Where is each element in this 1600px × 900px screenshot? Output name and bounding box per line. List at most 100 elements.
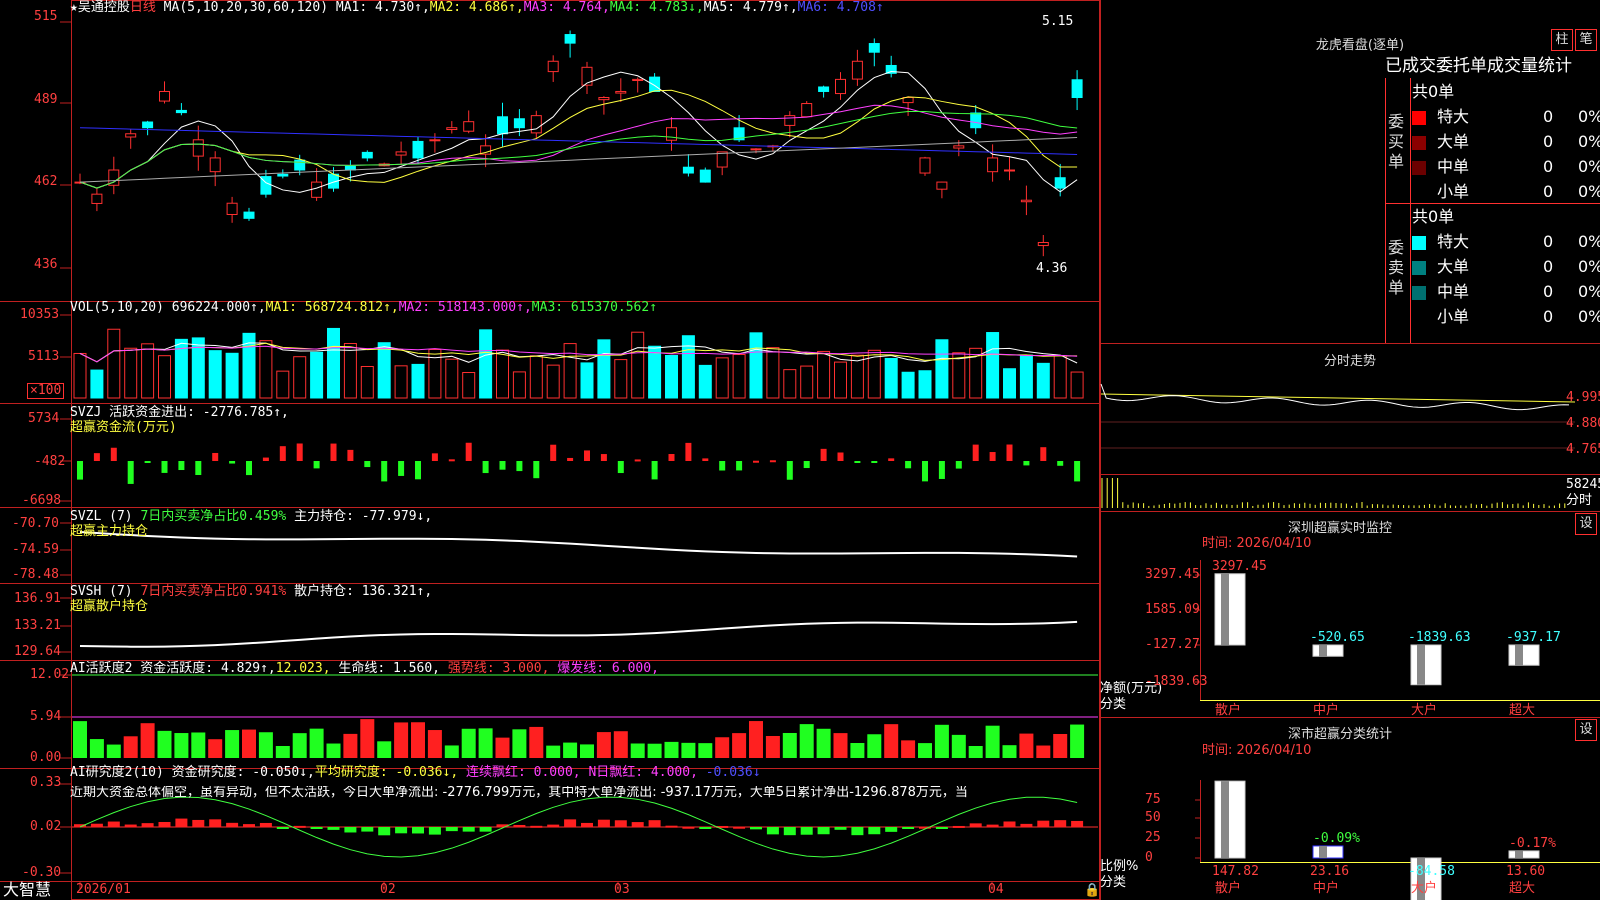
flow-bar xyxy=(93,453,100,461)
axis-label: 75 xyxy=(1145,792,1161,807)
row-color-swatch xyxy=(1412,261,1426,275)
active-bar xyxy=(1019,733,1034,758)
active-bar xyxy=(1070,724,1085,758)
active-bar xyxy=(444,745,459,758)
research-bar xyxy=(344,827,357,833)
ma4-line xyxy=(79,111,1078,189)
vol-bar xyxy=(1003,368,1016,399)
candle-body xyxy=(970,112,982,129)
buy-side-label: 委买单 xyxy=(1388,112,1405,171)
flow-bar xyxy=(634,459,641,462)
row-name: 特大 xyxy=(1437,232,1470,251)
active-bar xyxy=(613,731,628,758)
candle-body xyxy=(243,211,255,219)
row-color-swatch xyxy=(1412,286,1426,300)
vol-axis-1: 10353 xyxy=(20,307,60,322)
cls-stat-settings-button[interactable]: 设 xyxy=(1575,719,1597,741)
intraday-avg xyxy=(1100,393,1576,403)
active-bar xyxy=(208,739,223,758)
sz-monitor-settings-button[interactable]: 设 xyxy=(1575,513,1597,535)
svsh-sub: 超赢散户持仓 xyxy=(70,599,149,614)
bar-超大 xyxy=(1508,850,1540,859)
flow-bar xyxy=(888,458,895,461)
bar-category: 中户 xyxy=(1313,703,1340,718)
flow-bar xyxy=(482,461,489,474)
candle-body xyxy=(919,157,931,174)
vol-bar xyxy=(918,370,932,399)
active-bar xyxy=(258,732,273,758)
tick-mode-button[interactable]: 笔 xyxy=(1575,29,1597,51)
flow-bar xyxy=(195,461,202,476)
flow-bar xyxy=(1023,461,1030,466)
vol-bar xyxy=(665,355,678,399)
stat-tabs[interactable]: 已成交委托单成交量统计 xyxy=(1385,56,1572,76)
bar-mode-button[interactable]: 柱 xyxy=(1551,29,1573,51)
research-bar xyxy=(986,824,999,827)
bar-value-label: 13.60 xyxy=(1506,864,1546,879)
candle-body xyxy=(209,157,221,173)
row-color-swatch xyxy=(1412,161,1426,175)
candle-body xyxy=(666,127,677,141)
research-bar xyxy=(665,825,678,828)
vol-bar xyxy=(698,364,712,399)
research-bar xyxy=(310,827,323,829)
active-bar xyxy=(596,732,611,758)
vol-bar xyxy=(1019,354,1033,399)
research-bar xyxy=(141,823,154,827)
research-bar xyxy=(209,819,222,827)
research-bar xyxy=(158,821,171,827)
active-bar xyxy=(292,733,307,758)
vol-bar xyxy=(496,349,509,399)
svzj-axis-3: -6698 xyxy=(22,493,62,508)
bar-value-label: -937.17 xyxy=(1506,630,1561,645)
vol-bar xyxy=(631,331,645,399)
svzl-axis-3: -78.48 xyxy=(12,567,59,582)
candle-body xyxy=(463,121,475,132)
candle-body xyxy=(868,43,880,53)
flow-bar xyxy=(262,457,269,461)
row-pct: 0% xyxy=(1578,232,1600,251)
flow-bar xyxy=(178,461,185,471)
research-bar xyxy=(766,827,779,835)
flow-bar xyxy=(753,460,759,463)
active-bar xyxy=(715,737,730,758)
row-name: 特大 xyxy=(1437,107,1470,126)
research-bar xyxy=(226,822,239,827)
axis-label: 0 xyxy=(1145,850,1153,865)
active-bar xyxy=(360,719,375,758)
vol-bar xyxy=(766,347,780,399)
candle-body xyxy=(159,90,170,102)
period-label[interactable]: 日线 xyxy=(130,0,156,15)
research-bar xyxy=(614,820,627,827)
stock-name[interactable]: ★吴通控股 xyxy=(70,0,130,15)
candle-body xyxy=(716,151,728,168)
row-color-swatch xyxy=(1412,136,1426,150)
row-count: 0 xyxy=(1543,282,1554,301)
candle-body xyxy=(429,139,441,142)
candle-body xyxy=(649,76,661,92)
row-count: 0 xyxy=(1543,132,1554,151)
svsh-hold: 散户持仓: 136.321↑, xyxy=(294,584,433,599)
vol-bar xyxy=(546,364,560,399)
vol-bar xyxy=(124,347,138,399)
candle-body xyxy=(564,34,576,44)
active-bar xyxy=(580,744,594,758)
intraday-axis-3: 4.765 xyxy=(1566,442,1600,457)
bar-shade xyxy=(1221,781,1229,858)
brand-logo[interactable]: 大智慧 xyxy=(3,881,51,899)
candle-body xyxy=(632,78,644,82)
ma5-value: MA5: 4.779↑, xyxy=(703,0,798,15)
high-mark: 5.15 xyxy=(1042,14,1074,29)
bar-散户 xyxy=(1214,780,1246,859)
active-bar xyxy=(884,724,899,758)
vol-bar xyxy=(563,343,577,399)
vol-unit[interactable]: ×100 xyxy=(27,383,65,399)
svsh-label: SVSH (7) xyxy=(70,584,133,599)
vol-bar xyxy=(394,365,408,399)
research-bar xyxy=(412,827,424,834)
svsh-axis-2: 133.21 xyxy=(14,618,61,633)
ai-research-axis-3: -0.30 xyxy=(22,865,62,880)
vol-header: VOL(5,10,20) 696224.000↑,MA1: 568724.812… xyxy=(70,301,657,315)
lock-icon[interactable]: 🔒 xyxy=(1084,884,1100,898)
cls-stat-time: 时间: 2026/04/10 xyxy=(1202,743,1312,758)
